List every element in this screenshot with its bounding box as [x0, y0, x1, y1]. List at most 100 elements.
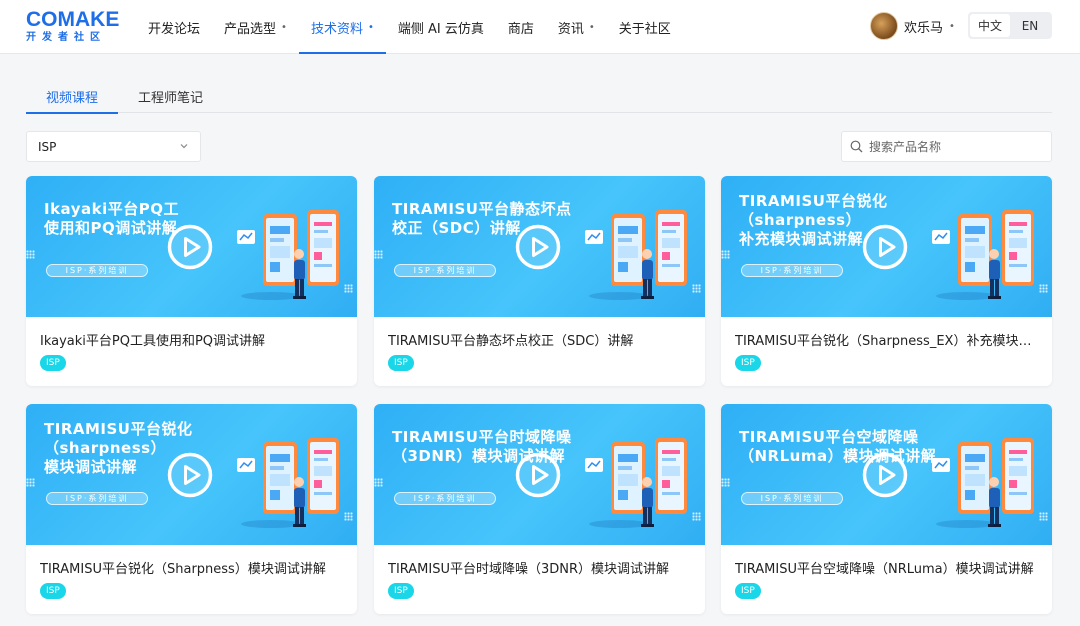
nav-label: 开发论坛: [148, 21, 201, 37]
nav-label: 产品选型: [224, 21, 277, 37]
thumbnail-title-line: TIRAMISU平台时域降噪: [392, 428, 572, 446]
tab-engineer-notes[interactable]: 工程师笔记: [118, 80, 223, 113]
nav-item-news[interactable]: 资讯 •: [546, 0, 607, 54]
series-badge: ISP·系列培训: [394, 264, 496, 277]
series-badge: ISP·系列培训: [394, 492, 496, 505]
course-card[interactable]: TIRAMISU平台静态坏点 校正（SDC）讲解 ISP·系列培训 TIRAMI…: [374, 176, 705, 386]
nav-item-store[interactable]: 商店: [496, 0, 546, 54]
lang-option-en[interactable]: EN: [1010, 14, 1050, 37]
course-tag[interactable]: ISP: [388, 355, 414, 371]
thumbnail-title-line: TIRAMISU平台锐化: [739, 192, 888, 210]
course-thumbnail[interactable]: TIRAMISU平台时域降噪 （3DNR）模块调试讲解 ISP·系列培训: [374, 404, 705, 545]
course-title[interactable]: TIRAMISU平台静态坏点校正（SDC）讲解: [388, 330, 693, 349]
dot-pattern-decoration: [26, 250, 35, 259]
course-card[interactable]: TIRAMISU平台时域降噪 （3DNR）模块调试讲解 ISP·系列培训 TIR…: [374, 404, 705, 614]
nav-label: 资讯: [557, 21, 584, 37]
user-menu[interactable]: 欢乐马 •: [870, 11, 955, 41]
phone-person-illustration: [237, 438, 339, 528]
course-thumbnail[interactable]: TIRAMISU平台空域降噪 （NRLuma）模块调试讲解 ISP·系列培训: [721, 404, 1052, 545]
nav-item-products[interactable]: 产品选型 •: [212, 0, 299, 54]
search-box[interactable]: [841, 131, 1052, 162]
nav-item-ai-sim[interactable]: 端侧 AI 云仿真: [386, 0, 496, 54]
thumbnail-title-line: 模块调试讲解: [44, 458, 138, 476]
tab-video-courses[interactable]: 视频课程: [26, 80, 119, 114]
main-nav: 开发论坛 产品选型 • 技术资料 • 端侧 AI 云仿真 商店 资讯 • 关于社区: [136, 0, 683, 54]
dot-pattern-decoration: [374, 250, 383, 259]
phone-person-illustration: [237, 210, 339, 300]
dot-pattern-decoration: [721, 250, 730, 259]
thumbnail-title-line: TIRAMISU平台锐化: [44, 420, 193, 438]
course-title[interactable]: TIRAMISU平台锐化（Sharpness_EX）补充模块调试讲解: [735, 330, 1040, 349]
course-tag[interactable]: ISP: [388, 583, 414, 599]
dot-pattern-decoration: [721, 478, 730, 487]
thumbnail-title-line: 使用和PQ调试讲解: [44, 219, 178, 237]
play-icon[interactable]: [167, 452, 213, 498]
course-card[interactable]: TIRAMISU平台空域降噪 （NRLuma）模块调试讲解 ISP·系列培训 T…: [721, 404, 1052, 614]
dropdown-dot-icon: •: [367, 21, 374, 33]
series-badge: ISP·系列培训: [46, 264, 148, 277]
course-title[interactable]: TIRAMISU平台时域降噪（3DNR）模块调试讲解: [388, 558, 693, 577]
thumbnail-title: TIRAMISU平台锐化 （sharpness） 模块调试讲解: [44, 420, 244, 477]
series-badge: ISP·系列培训: [741, 264, 843, 277]
course-card[interactable]: Ikayaki平台PQ工 使用和PQ调试讲解 ISP·系列培训 Ikayaki平…: [26, 176, 357, 386]
play-icon[interactable]: [515, 452, 561, 498]
course-card[interactable]: TIRAMISU平台锐化 （sharpness） 补充模块调试讲解 ISP·系列培训: [721, 176, 1052, 386]
nav-item-tech-docs[interactable]: 技术资料 •: [298, 0, 386, 54]
thumbnail-title-line: TIRAMISU平台静态坏点: [392, 200, 572, 218]
avatar[interactable]: [870, 12, 898, 40]
thumbnail-title-line: （3DNR）模块调试讲解: [392, 447, 565, 465]
nav-label: 关于社区: [618, 21, 671, 37]
thumbnail-title-line: （NRLuma）模块调试讲解: [739, 447, 937, 465]
thumbnail-title: Ikayaki平台PQ工 使用和PQ调试讲解: [44, 200, 244, 238]
thumbnail-title-line: （sharpness）: [739, 211, 862, 229]
course-title[interactable]: TIRAMISU平台空域降噪（NRLuma）模块调试讲解: [735, 558, 1040, 577]
comake-logo[interactable]: COMAKE 开发者社区: [26, 8, 120, 45]
series-badge: ISP·系列培训: [741, 492, 843, 505]
course-title[interactable]: Ikayaki平台PQ工具使用和PQ调试讲解: [40, 330, 345, 349]
play-icon[interactable]: [862, 452, 908, 498]
series-badge: ISP·系列培训: [46, 492, 148, 505]
course-card[interactable]: TIRAMISU平台锐化（sharpness）模块调试讲解 ISP·系列培训: [26, 404, 357, 614]
chevron-down-icon: [180, 144, 188, 149]
course-title[interactable]: TIRAMISU平台锐化（Sharpness）模块调试讲解: [40, 558, 345, 577]
search-input[interactable]: [869, 139, 1039, 154]
course-tag[interactable]: ISP: [40, 583, 66, 599]
logo-text: COMAKE: [26, 8, 120, 31]
course-tag[interactable]: ISP: [735, 355, 761, 371]
dot-pattern-decoration: [26, 478, 35, 487]
logo-subtitle: 开发者社区: [26, 32, 106, 43]
phone-person-illustration: [932, 438, 1034, 528]
course-thumbnail[interactable]: TIRAMISU平台锐化 （sharpness） 模块调试讲解 ISP·系列培训: [26, 404, 357, 545]
nav-item-forum[interactable]: 开发论坛: [136, 0, 212, 54]
thumbnail-title-line: TIRAMISU平台空域降噪: [739, 428, 919, 446]
thumbnail-title-line: 校正（SDC）讲解: [392, 219, 521, 237]
course-thumbnail[interactable]: TIRAMISU平台锐化 （sharpness） 补充模块调试讲解 ISP·系列培训: [721, 176, 1052, 317]
play-icon[interactable]: [862, 224, 908, 270]
content-tabs: 视频课程 工程师笔记: [26, 80, 1052, 114]
phone-person-illustration: [585, 210, 687, 300]
username: 欢乐马: [904, 20, 944, 36]
play-icon[interactable]: [167, 224, 213, 270]
thumbnail-title-line: （sharpness）: [44, 439, 167, 457]
course-tag[interactable]: ISP: [735, 583, 761, 599]
thumbnail-title: TIRAMISU平台静态坏点 校正（SDC）讲解: [392, 200, 592, 238]
nav-label: 商店: [507, 21, 534, 37]
category-select[interactable]: ISP: [26, 131, 201, 162]
nav-label: 技术资料: [310, 21, 363, 37]
phone-person-illustration: [932, 210, 1034, 300]
thumbnail-title-line: 补充模块调试讲解: [739, 230, 864, 248]
thumbnail-title: TIRAMISU平台锐化 （sharpness） 补充模块调试讲解: [739, 192, 939, 249]
course-thumbnail[interactable]: Ikayaki平台PQ工 使用和PQ调试讲解 ISP·系列培训: [26, 176, 357, 317]
phone-person-illustration: [585, 438, 687, 528]
dropdown-dot-icon: •: [949, 20, 955, 32]
search-icon: [850, 140, 863, 153]
thumbnail-title-line: Ikayaki平台PQ工: [44, 200, 179, 218]
thumbnail-title: TIRAMISU平台空域降噪 （NRLuma）模块调试讲解: [739, 428, 939, 466]
lang-option-zh[interactable]: 中文: [970, 14, 1010, 37]
course-thumbnail[interactable]: TIRAMISU平台静态坏点 校正（SDC）讲解 ISP·系列培训: [374, 176, 705, 317]
play-icon[interactable]: [515, 224, 561, 270]
course-tag[interactable]: ISP: [40, 355, 66, 371]
thumbnail-title: TIRAMISU平台时域降噪 （3DNR）模块调试讲解: [392, 428, 592, 466]
nav-item-about[interactable]: 关于社区: [607, 0, 683, 54]
dot-pattern-decoration: [374, 478, 383, 487]
